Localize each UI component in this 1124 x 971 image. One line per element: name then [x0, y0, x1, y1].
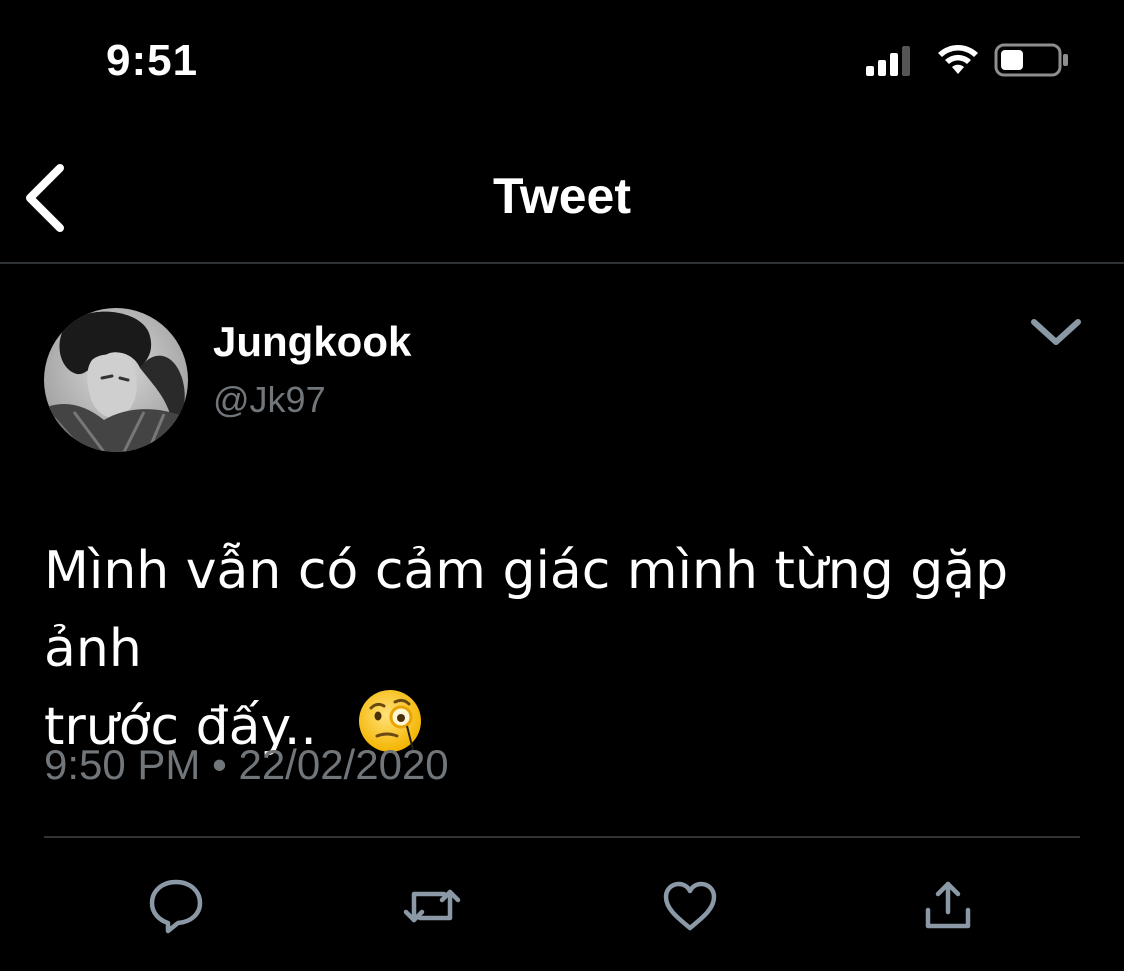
nav-bar: Tweet	[0, 140, 1124, 264]
share-button[interactable]	[918, 876, 978, 936]
retweet-icon	[403, 889, 461, 923]
divider	[44, 836, 1080, 838]
status-time: 9:51	[106, 36, 199, 85]
chevron-down-icon	[1031, 319, 1081, 345]
reply-icon	[149, 879, 203, 934]
avatar-image	[44, 308, 188, 452]
author-handle[interactable]: @Jk97	[213, 378, 326, 422]
status-bar: 9:51	[0, 0, 1124, 120]
author-name[interactable]: Jungkook	[213, 318, 411, 366]
avatar[interactable]	[44, 308, 188, 452]
cellular-signal-icon	[866, 46, 910, 76]
retweet-button[interactable]	[402, 876, 462, 936]
wifi-icon	[938, 45, 978, 74]
tweet-timestamp: 9:50 PM • 22/02/2020	[44, 741, 449, 788]
tweet-text-line-1: Mình vẫn có cảm giác mình từng gặp ảnh	[44, 541, 1009, 679]
battery-icon	[994, 43, 1068, 77]
action-bar	[0, 870, 1124, 950]
more-options-button[interactable]	[1028, 312, 1084, 352]
share-icon	[925, 881, 971, 929]
like-icon	[663, 881, 717, 931]
like-button[interactable]	[660, 876, 720, 936]
reply-button[interactable]	[146, 876, 206, 936]
page-title: Tweet	[493, 168, 631, 224]
tweet-text: Mình vẫn có cảm giác mình từng gặp ảnh t…	[44, 532, 1114, 766]
status-icons	[864, 40, 1074, 80]
